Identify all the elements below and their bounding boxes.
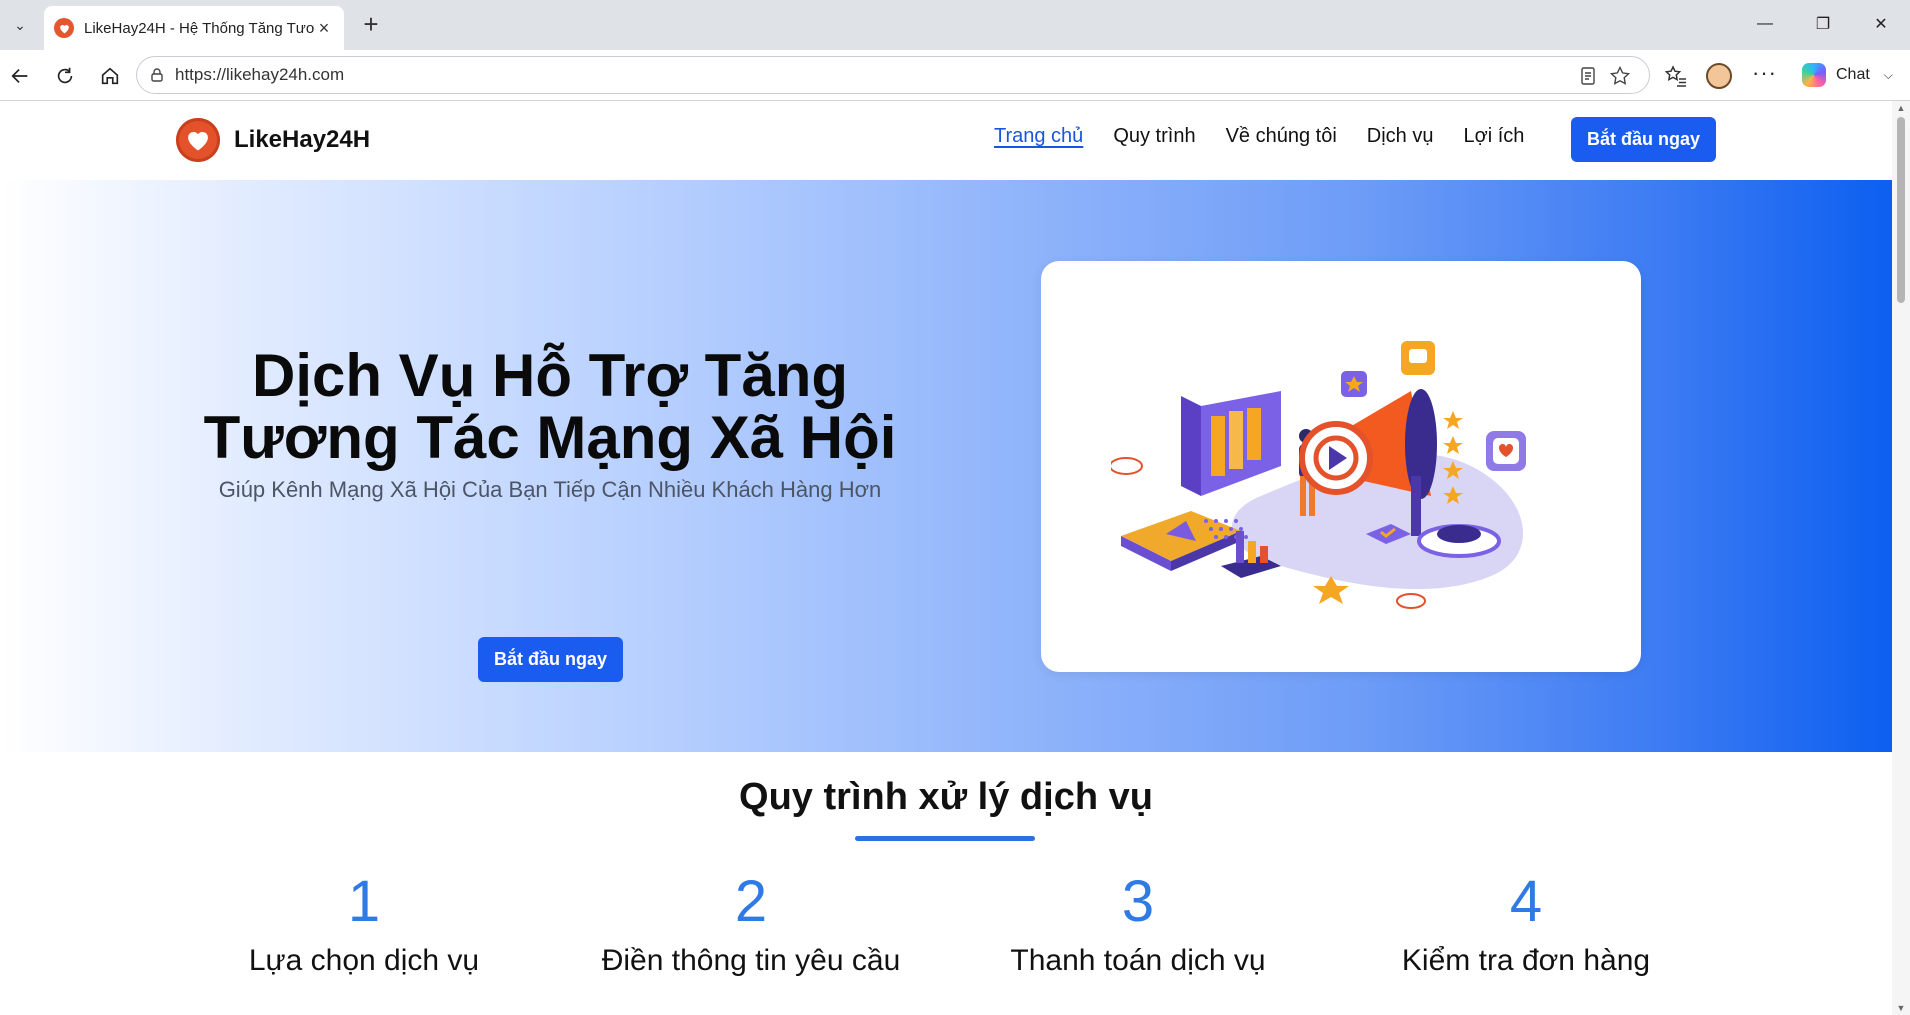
hero-illustration-card: [1041, 261, 1641, 672]
hero-title-line-2: Tương Tác Mạng Xã Hội: [203, 404, 897, 471]
back-icon[interactable]: [4, 60, 36, 92]
nav-link-home[interactable]: Trang chủ: [994, 125, 1083, 148]
step-label: Kiểm tra đơn hàng: [1401, 944, 1651, 977]
window-controls: — ❐ ✕: [1736, 0, 1910, 48]
hero-text: Dịch Vụ Hỗ Trợ Tăng Tương Tác Mạng Xã Hộ…: [180, 345, 920, 503]
close-tab-icon[interactable]: ×: [314, 18, 334, 39]
address-bar[interactable]: https://likehay24h.com: [136, 56, 1650, 94]
site-header: LikeHay24H Trang chủ Quy trình Về chúng …: [0, 101, 1892, 180]
hero-title: Dịch Vụ Hỗ Trợ Tăng Tương Tác Mạng Xã Hộ…: [180, 345, 920, 469]
more-options-icon[interactable]: ···: [1752, 60, 1777, 86]
site-favicon-icon: [54, 18, 74, 38]
step-number: 1: [347, 869, 381, 934]
hero-subtitle: Giúp Kênh Mạng Xã Hội Của Bạn Tiếp Cận N…: [218, 477, 882, 502]
scroll-thumb[interactable]: [1897, 117, 1905, 303]
new-tab-icon[interactable]: +: [356, 10, 386, 40]
url-text: https://likehay24h.com: [175, 65, 345, 84]
process-step: 2 Điền thông tin yêu cầu: [561, 872, 941, 978]
chat-label: Chat: [1836, 66, 1870, 83]
step-label: Điền thông tin yêu cầu: [601, 944, 901, 977]
close-window-icon[interactable]: ✕: [1852, 0, 1910, 48]
reader-mode-icon[interactable]: [1577, 65, 1599, 87]
home-icon[interactable]: [94, 60, 126, 92]
tab-actions-menu-icon[interactable]: ⌄: [5, 10, 35, 40]
header-start-button[interactable]: Bắt đầu ngay: [1571, 117, 1716, 162]
browser-toolbar: https://likehay24h.com ··· Chat ⌵: [0, 50, 1910, 101]
hero-title-line-1: Dịch Vụ Hỗ Trợ Tăng: [251, 342, 848, 409]
copilot-chat-button[interactable]: Chat ⌵: [1794, 57, 1906, 93]
step-label: Thanh toán dịch vụ: [1010, 944, 1266, 977]
step-number: 4: [1509, 869, 1543, 934]
main-nav: Trang chủ Quy trình Về chúng tôi Dịch vụ…: [994, 125, 1554, 148]
chevron-down-icon: ⌵: [1883, 67, 1893, 82]
process-step: 3 Thanh toán dịch vụ: [948, 872, 1328, 978]
heart-logo-icon: [176, 118, 220, 162]
hero-start-button[interactable]: Bắt đầu ngay: [478, 637, 623, 682]
brand[interactable]: LikeHay24H: [176, 118, 370, 162]
scroll-up-icon[interactable]: ▲: [1896, 103, 1906, 113]
process-step: 4 Kiểm tra đơn hàng: [1336, 872, 1716, 978]
nav-link-benefits[interactable]: Lợi ích: [1463, 125, 1524, 148]
step-number: 2: [734, 869, 768, 934]
nav-link-about[interactable]: Về chúng tôi: [1226, 125, 1337, 148]
nav-link-services[interactable]: Dịch vụ: [1367, 125, 1434, 148]
page-scrollbar[interactable]: ▲ ▼: [1892, 101, 1910, 1015]
scroll-down-icon[interactable]: ▼: [1896, 1003, 1906, 1013]
copilot-icon: [1802, 63, 1826, 87]
favorites-list-icon[interactable]: [1664, 64, 1688, 88]
page-viewport: LikeHay24H Trang chủ Quy trình Về chúng …: [0, 101, 1910, 1015]
tab-title: LikeHay24H - Hệ Thống Tăng Tương Tác: [84, 19, 314, 37]
step-number: 3: [1121, 869, 1155, 934]
process-step: 1 Lựa chọn dịch vụ: [174, 872, 554, 978]
title-underline: [855, 836, 1035, 841]
reload-icon[interactable]: [49, 60, 81, 92]
megaphone-marketing-illustration: [1111, 341, 1526, 609]
profile-avatar-icon[interactable]: [1706, 63, 1732, 89]
minimize-icon[interactable]: —: [1736, 0, 1794, 48]
nav-link-process[interactable]: Quy trình: [1113, 125, 1195, 148]
active-tab[interactable]: LikeHay24H - Hệ Thống Tăng Tương Tác ×: [44, 6, 344, 50]
lock-icon: [151, 68, 163, 82]
browser-chrome: ⌄ LikeHay24H - Hệ Thống Tăng Tương Tác ×…: [0, 0, 1910, 101]
section-title: Quy trình xử lý dịch vụ: [739, 776, 1153, 818]
hero-section: Dịch Vụ Hỗ Trợ Tăng Tương Tác Mạng Xã Hộ…: [0, 180, 1892, 752]
favorite-star-icon[interactable]: [1609, 65, 1631, 87]
step-label: Lựa chọn dịch vụ: [248, 944, 480, 977]
restore-icon[interactable]: ❐: [1794, 0, 1852, 48]
brand-name: LikeHay24H: [234, 126, 371, 153]
process-section: Quy trình xử lý dịch vụ 1 Lựa chọn dịch …: [0, 752, 1892, 1015]
tab-strip: ⌄ LikeHay24H - Hệ Thống Tăng Tương Tác ×…: [0, 0, 1910, 50]
